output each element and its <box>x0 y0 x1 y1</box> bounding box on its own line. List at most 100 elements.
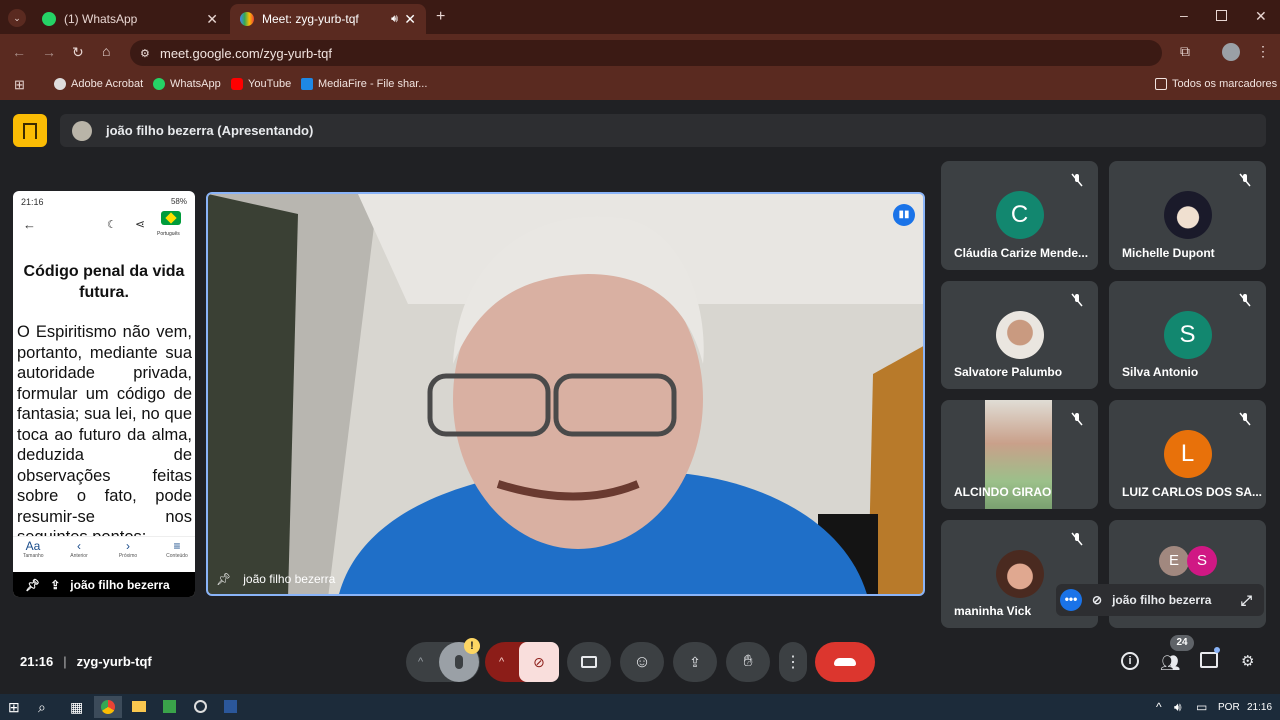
more-vert-icon: ⋮ <box>785 654 801 671</box>
participant-name: maninha Vick <box>954 604 1032 618</box>
audio-options-icon[interactable]: ^ <box>418 656 423 668</box>
language-indicator[interactable]: POR <box>1218 701 1240 715</box>
bookmark-youtube[interactable]: YouTube <box>231 78 291 90</box>
back-icon[interactable]: ← <box>12 45 26 59</box>
apps-icon[interactable]: ⊞ <box>14 78 25 92</box>
present-button[interactable]: ⇪ <box>673 642 717 682</box>
network-icon[interactable]: ▭ <box>1196 700 1207 714</box>
participant-name: LUIZ CARLOS DOS SA... <box>1122 485 1263 499</box>
self-view-pill[interactable]: ••• ⊘ joão filho bezerra ⤢ <box>1056 584 1264 616</box>
participant-tile[interactable]: ALCINDO GIRAO <box>941 400 1098 509</box>
moon-icon[interactable]: ☾ <box>107 218 117 231</box>
meeting-info: 21:16 | zyg-yurb-tqf <box>20 654 152 669</box>
mic-group: ^ ! <box>406 638 480 682</box>
tray-chevron-icon[interactable]: ^ <box>1156 700 1162 714</box>
camera-button[interactable]: ⊘ <box>519 642 559 682</box>
door-icon <box>23 122 37 139</box>
contents-button[interactable]: ≡ Conteúdo <box>163 539 191 559</box>
url-text: meet.google.com/zyg-yurb-tqf <box>160 45 332 61</box>
chrome-icon[interactable] <box>94 696 122 718</box>
bookmark-mediafire[interactable]: MediaFire - File shar... <box>301 78 427 90</box>
home-icon[interactable]: ⌂ <box>102 44 110 58</box>
prev-page-button[interactable]: ‹ Anterior <box>67 539 91 559</box>
participant-tile[interactable]: Salvatore Palumbo <box>941 281 1098 389</box>
volume-icon[interactable]: 🔊︎ <box>1174 700 1182 714</box>
activities-button[interactable] <box>13 114 47 147</box>
task-view-icon[interactable]: ▦ <box>70 700 83 714</box>
avatar <box>995 311 1044 359</box>
search-icon[interactable]: ⌕ <box>38 700 46 714</box>
obs-icon[interactable] <box>194 700 207 713</box>
language-label: Português <box>157 231 180 237</box>
self-name: joão filho bezerra <box>1112 593 1212 607</box>
close-tab-icon[interactable]: ✕ <box>206 11 218 28</box>
new-tab-icon[interactable]: + <box>436 9 445 25</box>
video-name-row: 📌︎ joão filho bezerra <box>216 572 335 586</box>
all-bookmarks[interactable]: Todos os marcadores <box>1155 78 1277 90</box>
participant-tile[interactable]: L LUIZ CARLOS DOS SA... <box>1109 400 1266 509</box>
adobe-icon <box>54 78 66 90</box>
people-count-badge: 24 <box>1170 635 1194 651</box>
avatar <box>995 550 1044 598</box>
reactions-button[interactable]: ☺ <box>620 642 664 682</box>
tab-whatsapp[interactable]: (1) WhatsApp ✕ <box>32 4 228 34</box>
mediafire-icon <box>301 78 313 90</box>
minimize-icon[interactable]: – <box>1180 8 1188 22</box>
main-video-tile[interactable]: ▮▮ 📌︎ joão filho bezerra <box>206 192 925 596</box>
chat-icon[interactable] <box>1200 652 1218 668</box>
menu-icon[interactable]: ⋮ <box>1256 44 1270 58</box>
avatar: E <box>1159 546 1189 576</box>
participant-name: Cláudia Carize Mende... <box>954 246 1089 260</box>
more-options-icon[interactable]: ••• <box>1060 589 1082 611</box>
participant-name: Silva Antonio <box>1122 365 1199 379</box>
presenter-avatar <box>72 120 92 141</box>
close-window-icon[interactable]: ✕ <box>1255 9 1267 23</box>
tab-meet[interactable]: Meet: zyg-yurb-tqf 🔊︎ ✕ <box>230 4 426 34</box>
forward-icon[interactable]: → <box>42 45 56 59</box>
camera-off-icon: ⊘ <box>1092 593 1103 607</box>
profile-avatar[interactable] <box>1222 43 1240 61</box>
site-info-icon[interactable]: ⚙ <box>140 47 150 60</box>
clock[interactable]: 21:16 <box>1247 701 1272 715</box>
app-icon[interactable] <box>163 700 176 713</box>
presenter-label: joão filho bezerra (Apresentando) <box>106 123 314 138</box>
speaker-icon: 🔊︎ <box>391 12 398 25</box>
reload-icon[interactable]: ↻ <box>72 45 84 59</box>
share-owner-name: joão filho bezerra <box>70 577 170 592</box>
participant-tile[interactable]: C Cláudia Carize Mende... <box>941 161 1098 270</box>
raise-hand-button[interactable]: ✋︎ <box>726 642 770 682</box>
people-icon[interactable]: 👥︎ <box>1160 653 1180 673</box>
word-icon[interactable] <box>224 700 237 713</box>
captions-button[interactable] <box>567 642 611 682</box>
info-icon[interactable]: i <box>1121 652 1139 670</box>
extensions-icon[interactable]: ⧉ <box>1180 44 1190 58</box>
back-arrow-icon[interactable]: ← <box>23 217 36 232</box>
video-frame <box>208 194 923 594</box>
participant-tile[interactable]: S Silva Antonio <box>1109 281 1266 389</box>
mic-off-icon <box>1239 412 1251 426</box>
participant-tile[interactable]: Michelle Dupont <box>1109 161 1266 270</box>
folder-icon <box>1155 78 1167 90</box>
font-size-button[interactable]: Aa Tamanho <box>23 539 44 559</box>
present-icon: ⇪ <box>50 577 61 592</box>
share-icon[interactable]: ⋖ <box>135 217 145 231</box>
leave-call-button[interactable] <box>815 642 875 682</box>
participant-name: Michelle Dupont <box>1122 246 1215 260</box>
more-options-button[interactable]: ⋮ <box>779 642 807 682</box>
address-bar[interactable]: ⚙ meet.google.com/zyg-yurb-tqf <box>130 40 1162 66</box>
pin-icon[interactable]: 📌︎ <box>216 572 231 586</box>
windows-start-icon[interactable]: ⊞ <box>8 700 20 714</box>
pin-icon[interactable]: 📌︎ <box>25 578 40 592</box>
bookmark-adobe[interactable]: Adobe Acrobat <box>54 78 143 90</box>
activities-icon[interactable]: ⚙ <box>1241 652 1254 670</box>
video-options-icon[interactable]: ^ <box>499 656 504 668</box>
mic-off-icon <box>1239 173 1251 187</box>
next-page-button[interactable]: › Próximo <box>115 539 141 559</box>
bookmark-whatsapp[interactable]: WhatsApp <box>153 78 221 90</box>
expand-icon[interactable]: ⤢ <box>1241 592 1252 609</box>
tab-label: (1) WhatsApp <box>64 12 138 26</box>
maximize-icon[interactable] <box>1216 10 1227 21</box>
tab-search-icon[interactable]: ⌄ <box>8 9 26 27</box>
file-explorer-icon[interactable] <box>132 701 146 712</box>
close-tab-icon[interactable]: ✕ <box>404 11 416 28</box>
